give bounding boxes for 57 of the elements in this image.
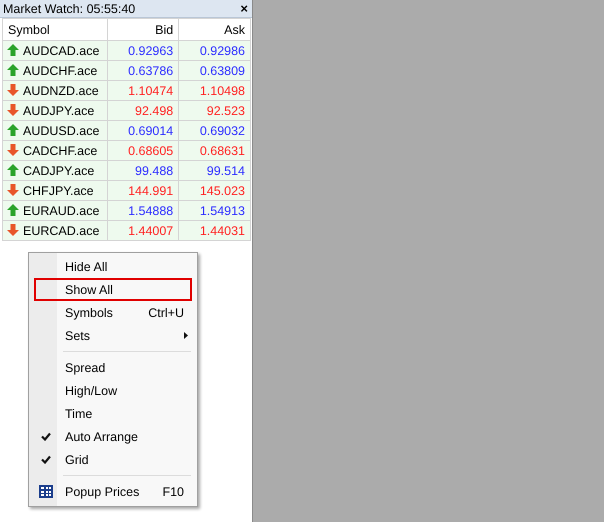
bid-cell: 0.69014 (107, 120, 179, 140)
menu-item[interactable]: High/Low (34, 379, 192, 402)
column-header[interactable]: Ask (178, 18, 250, 40)
down-arrow-icon (7, 224, 19, 236)
ask-cell: 1.44031 (178, 220, 250, 240)
ask-cell: 99.514 (178, 160, 250, 180)
menu-item[interactable]: Time (34, 402, 192, 425)
menu-item[interactable]: Symbols Ctrl+U (34, 301, 192, 324)
ask-cell: 92.523 (178, 100, 250, 120)
ask-cell: 1.10498 (178, 80, 250, 100)
down-arrow-icon (7, 184, 19, 196)
menu-item[interactable]: Auto Arrange (34, 425, 192, 448)
up-arrow-icon (7, 124, 19, 136)
menu-item[interactable]: Show All (34, 278, 192, 301)
menu-item[interactable]: Sets (34, 324, 192, 347)
symbol-cell: CADCHF.ace (2, 140, 108, 160)
shortcut-label: F10 (162, 484, 184, 498)
up-arrow-icon (7, 44, 19, 56)
ask-cell: 145.023 (178, 180, 250, 200)
menu-item[interactable]: Hide All (34, 255, 192, 278)
symbol-cell: AUDJPY.ace (2, 100, 108, 120)
symbol-cell: CADJPY.ace (2, 160, 108, 180)
shortcut-label: Ctrl+U (148, 306, 184, 320)
ask-cell: 1.54913 (178, 200, 250, 220)
down-arrow-icon (7, 84, 19, 96)
menu-item[interactable]: Spread (34, 356, 192, 379)
bid-cell: 0.92963 (107, 40, 179, 60)
up-arrow-icon (7, 64, 19, 76)
window-title: Market Watch: 05:55:40 (3, 2, 136, 16)
up-arrow-icon (7, 164, 19, 176)
menu-item[interactable]: Grid (34, 448, 192, 471)
symbol-cell: AUDCAD.ace (2, 40, 108, 60)
symbol-cell: EURAUD.ace (2, 200, 108, 220)
symbol-cell: CHFJPY.ace (2, 180, 108, 200)
ask-cell: 0.92986 (178, 40, 250, 60)
bid-cell: 0.63786 (107, 60, 179, 80)
bid-cell: 1.54888 (107, 200, 179, 220)
symbol-cell: AUDCHF.ace (2, 60, 108, 80)
ask-cell: 0.69032 (178, 120, 250, 140)
bid-cell: 144.991 (107, 180, 179, 200)
symbol-cell: EURCAD.ace (2, 220, 108, 240)
down-arrow-icon (7, 104, 19, 116)
symbol-cell: AUDUSD.ace (2, 120, 108, 140)
symbol-cell: AUDNZD.ace (2, 80, 108, 100)
menu-item[interactable]: Popup Prices F10 (34, 480, 192, 503)
ask-cell: 0.63809 (178, 60, 250, 80)
bid-cell: 1.44007 (107, 220, 179, 240)
close-button[interactable]: × (240, 2, 248, 15)
bid-cell: 92.498 (107, 100, 179, 120)
down-arrow-icon (7, 144, 19, 156)
up-arrow-icon (7, 204, 19, 216)
column-header[interactable]: Bid (107, 18, 179, 40)
column-header[interactable]: Symbol (2, 18, 108, 40)
bid-cell: 1.10474 (107, 80, 179, 100)
bid-cell: 99.488 (107, 160, 179, 180)
ask-cell: 0.68631 (178, 140, 250, 160)
bid-cell: 0.68605 (107, 140, 179, 160)
